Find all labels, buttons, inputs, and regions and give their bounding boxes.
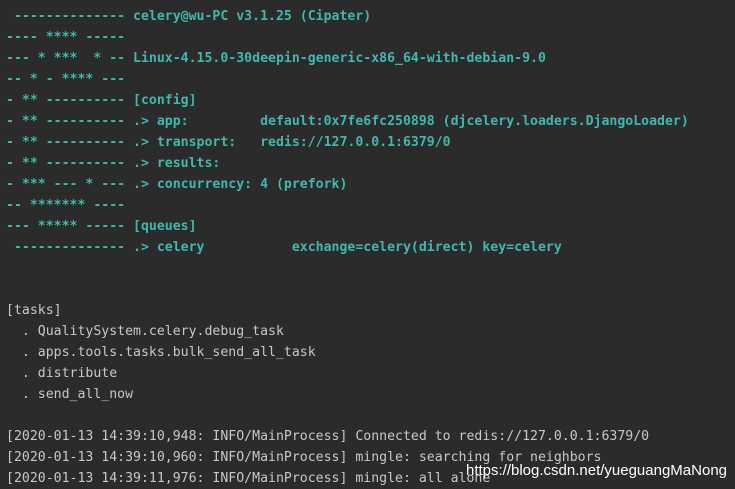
banner-line: --- * *** * -- Linux-4.15.0-30deepin-gen…	[6, 51, 546, 66]
task-item: . apps.tools.tasks.bulk_send_all_task	[6, 345, 316, 360]
banner-line: --- ***** ----- [queues]	[6, 219, 197, 234]
banner-line: -------------- celery@wu-PC v3.1.25 (Cip…	[6, 9, 372, 24]
banner-line: -------------- .> celery exchange=celery…	[6, 240, 562, 255]
banner-line: -- * - **** ---	[6, 72, 126, 87]
banner-line: - ** ---------- .> transport: redis://12…	[6, 135, 451, 150]
task-item: . QualitySystem.celery.debug_task	[6, 324, 284, 339]
task-item: . send_all_now	[6, 387, 134, 402]
banner-line: - ** ---------- .> app: default:0x7fe6fc…	[6, 114, 689, 129]
terminal-output[interactable]: -------------- celery@wu-PC v3.1.25 (Cip…	[0, 0, 735, 489]
task-item: . distribute	[6, 366, 118, 381]
banner-line: - *** --- * --- .> concurrency: 4 (prefo…	[6, 177, 348, 192]
banner-line: -- ******* ----	[6, 198, 126, 213]
banner-line: - ** ---------- [config]	[6, 93, 197, 108]
tasks-header: [tasks]	[6, 303, 62, 318]
log-line: [2020-01-13 14:39:10,948: INFO/MainProce…	[6, 429, 650, 444]
watermark: https://blog.csdn.net/yueguangMaNong	[465, 462, 727, 479]
banner-line: - ** ---------- .> results:	[6, 156, 221, 171]
banner-line: ---- **** -----	[6, 30, 126, 45]
